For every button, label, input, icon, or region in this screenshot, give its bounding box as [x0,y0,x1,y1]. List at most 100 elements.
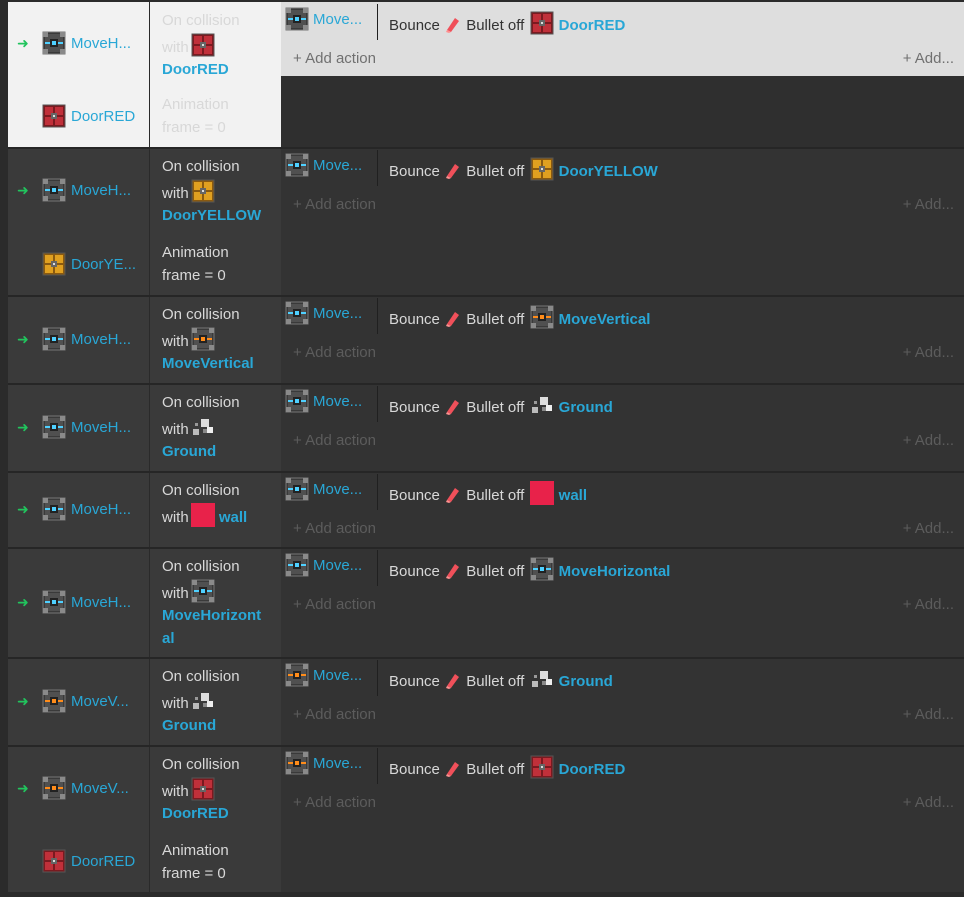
condition-row[interactable]: ➜ MoveH... On collision with Ground [8,384,281,472]
add-more-link[interactable]: + Add... [903,344,954,361]
action-object-name[interactable]: Move... [313,393,362,410]
condition-text[interactable]: On collision with DoorRED [150,2,281,86]
condition-target[interactable]: wall [219,509,247,526]
object-name[interactable]: MoveH... [71,35,131,52]
add-more-link[interactable]: + Add... [903,432,954,449]
add-action-link[interactable]: + Add action [293,196,376,213]
event-block[interactable]: ➜ MoveH... On collision with DoorRED DoorR… [8,2,964,148]
action-object-name[interactable]: Move... [313,557,362,574]
action-row[interactable]: Move... Bounce Bullet off Ground [285,658,955,702]
add-more-link[interactable]: + Add... [903,50,954,67]
add-more-link[interactable]: + Add... [903,196,954,213]
action-text[interactable]: Bounce Bullet off MoveHorizontal [389,557,670,581]
action-row[interactable]: Move... Bounce Bullet off DoorRED [285,2,955,46]
event-block[interactable]: ➜ MoveH... On collision with MoveHorizont a… [8,548,964,658]
object-name[interactable]: MoveH... [71,501,131,518]
object-name[interactable]: DoorYE... [71,256,136,273]
event-block[interactable]: ➜ MoveH... On collision with Ground Move..… [8,384,964,472]
object-name[interactable]: MoveH... [71,419,131,436]
add-more-link[interactable]: + Add... [903,596,954,613]
action-object-name[interactable]: Move... [313,305,362,322]
event-block[interactable]: ➜ MoveH... On collision with MoveVertical … [8,296,964,384]
condition-object[interactable]: ➜ MoveH... [8,296,150,384]
action-row[interactable]: Move... Bounce Bullet off MoveVertical [285,296,955,340]
action-text[interactable]: Bounce Bullet off Ground [389,393,613,417]
condition-object[interactable]: ➜ MoveV... [8,746,150,832]
action-object-name[interactable]: Move... [313,755,362,772]
action-row[interactable]: Move... Bounce Bullet off DoorRED [285,746,955,790]
condition-text[interactable]: Animation frame = 0 [150,832,281,892]
action-text[interactable]: Bounce Bullet off DoorRED [389,11,625,35]
action-target[interactable]: Ground [554,673,613,690]
condition-object[interactable]: DoorYE... [8,234,150,296]
condition-row[interactable]: ➜ MoveH... On collision with wall [8,472,281,548]
object-name[interactable]: MoveH... [71,594,131,611]
action-target[interactable]: DoorYELLOW [554,163,658,180]
condition-row[interactable]: ➜ MoveH... On collision with MoveVertical [8,296,281,384]
condition-row[interactable]: ➜ MoveH... On collision with DoorYELLOW [8,148,281,234]
condition-target[interactable]: DoorYELLOW [162,207,261,224]
action-object-name[interactable]: Move... [313,481,362,498]
condition-target[interactable]: MoveVertical [162,355,254,372]
condition-object[interactable]: ➜ MoveV... [8,658,150,746]
condition-text[interactable]: On collision with DoorRED [150,746,281,832]
condition-object[interactable]: ➜ MoveH... [8,384,150,472]
condition-target[interactable]: DoorRED [162,805,229,822]
object-name[interactable]: DoorRED [71,108,135,125]
action-text[interactable]: Bounce Bullet off wall [389,481,587,505]
condition-row[interactable]: DoorYE... Animation frame = 0 [8,234,281,296]
event-block[interactable]: ➜ MoveH... On collision with wall Move... B… [8,472,964,548]
condition-text[interactable]: On collision with MoveHorizont al [150,548,281,658]
condition-text[interactable]: On collision with DoorYELLOW [150,148,281,234]
condition-row[interactable]: DoorRED Animation frame = 0 [8,832,281,892]
action-row[interactable]: Move... Bounce Bullet off DoorYELLOW [285,148,955,192]
condition-object[interactable]: ➜ MoveH... [8,2,150,86]
object-name[interactable]: MoveH... [71,182,131,199]
condition-target[interactable]: DoorRED [162,61,229,78]
condition-target[interactable]: Ground [162,717,216,734]
action-target[interactable]: wall [554,487,587,504]
action-target[interactable]: MoveVertical [554,311,651,328]
condition-target[interactable]: MoveHorizont [162,607,261,624]
action-text[interactable]: Bounce Bullet off DoorYELLOW [389,157,658,181]
action-text[interactable]: Bounce Bullet off DoorRED [389,755,625,779]
condition-object[interactable]: DoorRED [8,86,150,148]
add-action-link[interactable]: + Add action [293,706,376,723]
object-name[interactable]: MoveV... [71,693,129,710]
condition-text[interactable]: Animation frame = 0 [150,86,281,148]
add-action-link[interactable]: + Add action [293,794,376,811]
condition-row[interactable]: DoorRED Animation frame = 0 [8,86,281,148]
action-target[interactable]: DoorRED [554,761,626,778]
condition-object[interactable]: ➜ MoveH... [8,472,150,548]
action-object-name[interactable]: Move... [313,667,362,684]
action-text[interactable]: Bounce Bullet off MoveVertical [389,305,650,329]
object-name[interactable]: MoveV... [71,780,129,797]
add-action-link[interactable]: + Add action [293,50,376,67]
action-target[interactable]: Ground [554,399,613,416]
add-action-link[interactable]: + Add action [293,344,376,361]
object-name[interactable]: DoorRED [71,853,135,870]
action-row[interactable]: Move... Bounce Bullet off MoveHorizontal [285,548,955,592]
add-action-link[interactable]: + Add action [293,596,376,613]
action-text[interactable]: Bounce Bullet off Ground [389,667,613,691]
condition-text[interactable]: On collision with Ground [150,658,281,746]
action-object-name[interactable]: Move... [313,157,362,174]
add-more-link[interactable]: + Add... [903,706,954,723]
event-block[interactable]: ➜ MoveV... On collision with Ground Move..… [8,658,964,746]
object-name[interactable]: MoveH... [71,331,131,348]
add-action-link[interactable]: + Add action [293,432,376,449]
condition-text[interactable]: Animation frame = 0 [150,234,281,296]
condition-object[interactable]: ➜ MoveH... [8,148,150,234]
action-row[interactable]: Move... Bounce Bullet off Ground [285,384,955,428]
condition-row[interactable]: ➜ MoveV... On collision with Ground [8,658,281,746]
add-more-link[interactable]: + Add... [903,520,954,537]
condition-row[interactable]: ➜ MoveV... On collision with DoorRED [8,746,281,832]
condition-object[interactable]: ➜ MoveH... [8,548,150,658]
add-more-link[interactable]: + Add... [903,794,954,811]
condition-text[interactable]: On collision with MoveVertical [150,296,281,384]
action-target[interactable]: DoorRED [554,17,626,34]
add-action-link[interactable]: + Add action [293,520,376,537]
condition-text[interactable]: On collision with wall [150,472,281,548]
condition-target[interactable]: Ground [162,443,216,460]
condition-object[interactable]: DoorRED [8,832,150,892]
